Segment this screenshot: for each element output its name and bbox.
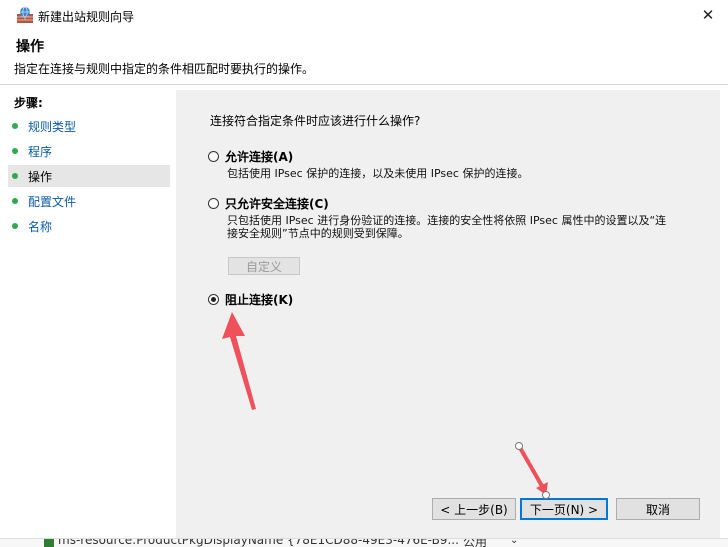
step-bullet-icon [12, 173, 18, 179]
content-panel: 连接符合指定条件时应该进行什么操作? 允许连接(A) 包括使用 IPsec 保护… [176, 90, 720, 538]
next-button[interactable]: 下一页(N) > [520, 498, 608, 520]
step-label: 操作 [28, 169, 53, 184]
block-label: 阻止连接(K) [225, 293, 294, 307]
steps-panel: 步骤: 规则类型 程序 操作 配置文件 名称 [8, 90, 174, 538]
step-bullet-icon [12, 198, 18, 204]
step-bullet-icon [12, 223, 18, 229]
allow-radio[interactable] [208, 151, 219, 162]
secure-radio[interactable] [208, 198, 219, 209]
window-title: 新建出站规则向导 [38, 10, 135, 24]
close-icon: ✕ [701, 6, 715, 24]
step-label: 规则类型 [28, 119, 77, 134]
steps-title: 步骤: [14, 96, 43, 110]
block-radio[interactable] [208, 294, 219, 305]
page-header: 操作 指定在连接与规则中指定的条件相匹配时要执行的操作。 [0, 30, 728, 85]
allow-connection-option[interactable]: 允许连接(A) [208, 148, 293, 165]
page-description: 指定在连接与规则中指定的条件相匹配时要执行的操作。 [14, 62, 315, 76]
secure-connection-option[interactable]: 只允许安全连接(C) [208, 195, 329, 212]
block-connection-option[interactable]: 阻止连接(K) [208, 291, 293, 308]
step-label: 配置文件 [28, 194, 77, 209]
step-bullet-icon [12, 148, 18, 154]
close-button[interactable]: ✕ [688, 0, 728, 30]
step-rule-type[interactable]: 规则类型 [8, 115, 170, 137]
step-profile[interactable]: 配置文件 [8, 190, 170, 212]
chevron-down-icon: ⌄ [510, 538, 519, 546]
secure-label: 只允许安全连接(C) [225, 197, 329, 211]
allow-description: 包括使用 IPsec 保护的连接，以及未使用 IPsec 保护的连接。 [227, 167, 529, 180]
page-title: 操作 [16, 39, 44, 55]
wizard-window: 新建出站规则向导 ✕ 操作 指定在连接与规则中指定的条件相匹配时要执行的操作。 … [0, 0, 728, 547]
secure-description: 只包括使用 IPsec 进行身份验证的连接。连接的安全性将依照 IPsec 属性… [227, 214, 667, 240]
allow-label: 允许连接(A) [225, 150, 294, 164]
step-bullet-icon [12, 123, 18, 129]
firewall-icon [17, 6, 33, 23]
step-action[interactable]: 操作 [8, 165, 170, 187]
step-label: 名称 [28, 219, 53, 234]
step-label: 程序 [28, 144, 53, 159]
step-name[interactable]: 名称 [8, 215, 170, 237]
step-program[interactable]: 程序 [8, 140, 170, 162]
back-button[interactable]: < 上一步(B) [432, 498, 516, 520]
customize-button: 自定义 [228, 257, 300, 275]
cancel-button[interactable]: 取消 [616, 498, 700, 520]
title-bar: 新建出站规则向导 ✕ [0, 0, 728, 30]
action-question: 连接符合指定条件时应该进行什么操作? [210, 114, 421, 128]
